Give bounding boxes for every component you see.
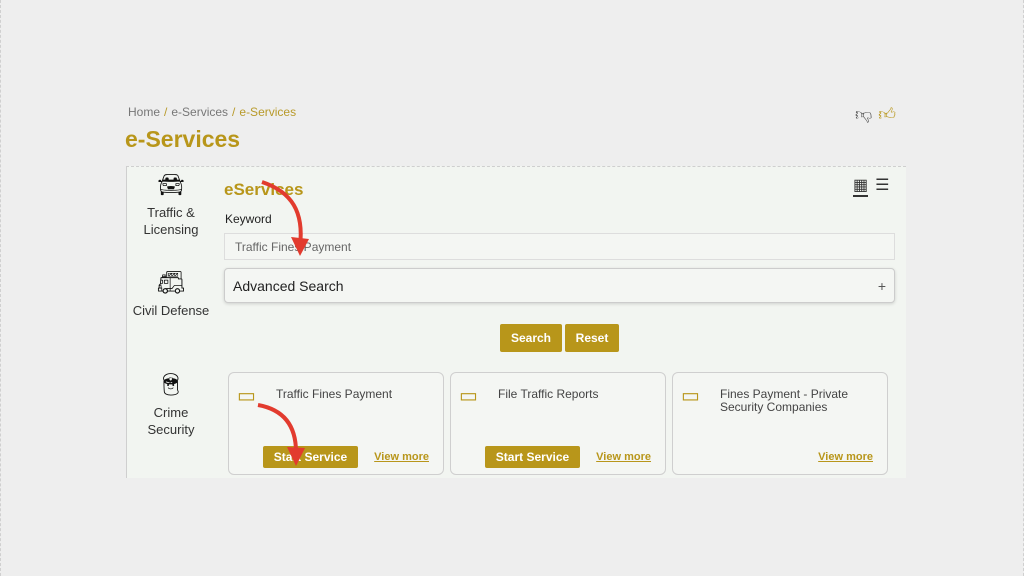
sidebar-item-label: Licensing [143,222,199,237]
service-card-title: Traffic Fines Payment [276,387,393,401]
thumbs-down-icon[interactable]: 👎︎ [855,104,872,125]
advanced-search-label: Advanced Search [233,278,344,294]
report-icon: ▭ [459,385,478,407]
thumbs-up-icon[interactable]: 👍︎ [878,104,896,125]
sidebar-item-label: Traffic & [147,205,195,220]
breadcrumb: Home / e-Services / e-Services [128,105,296,119]
payment-icon: ▭ [681,385,700,407]
service-card: ▭ Traffic Fines Payment Start Service Vi… [228,372,444,475]
list-view-icon[interactable]: ☰ [875,175,889,197]
officer-icon: 👮︎ [157,372,185,397]
view-more-link[interactable]: View more [374,451,429,463]
service-card: ▭ Fines Payment - Private Security Compa… [672,372,888,475]
reset-button[interactable]: Reset [565,324,619,352]
page-title: e-Services [125,126,241,152]
sidebar-item-civil-defense[interactable]: 🚒︎ Civil Defense [127,270,215,319]
sidebar-item-label: Civil Defense [132,303,210,318]
breadcrumb-current: e-Services [239,105,297,119]
view-more-link[interactable]: View more [818,451,873,463]
fire-truck-icon: 🚒︎ [157,270,185,295]
sidebar-item-traffic[interactable]: 🚘︎ Traffic & Licensing [127,172,215,238]
breadcrumb-home[interactable]: Home [128,105,160,119]
sidebar-item-label: Security [147,422,195,437]
car-icon: 🚘︎ [157,172,185,197]
service-card: ▭ File Traffic Reports Start Service Vie… [450,372,666,475]
service-card-title: File Traffic Reports [498,387,599,401]
eservices-heading: eServices [224,180,304,199]
view-toggle: ▦ ☰ [853,175,889,197]
breadcrumb-separator: / [164,105,168,119]
keyword-label: Keyword [225,212,272,226]
feedback-controls: 👎︎ 👍︎ [855,104,896,125]
breadcrumb-separator: / [232,105,236,119]
grid-view-icon[interactable]: ▦ [853,175,869,197]
advanced-search-toggle[interactable]: Advanced Search + [224,268,895,303]
payment-icon: ▭ [237,385,256,407]
sidebar-item-crime-security[interactable]: 👮︎ Crime Security [127,372,215,438]
start-service-button[interactable]: Start Service [485,446,580,468]
start-service-button[interactable]: Start Service [263,446,358,468]
breadcrumb-parent[interactable]: e-Services [171,105,228,119]
service-card-title: Fines Payment - Private Security Compani… [720,387,849,414]
sidebar-item-label: Crime [153,405,189,420]
view-more-link[interactable]: View more [596,451,651,463]
plus-icon: + [877,278,886,294]
category-sidebar: 🚘︎ Traffic & Licensing 🚒︎ Civil Defense … [126,166,214,478]
search-button[interactable]: Search [500,324,562,352]
keyword-input[interactable] [224,233,895,260]
